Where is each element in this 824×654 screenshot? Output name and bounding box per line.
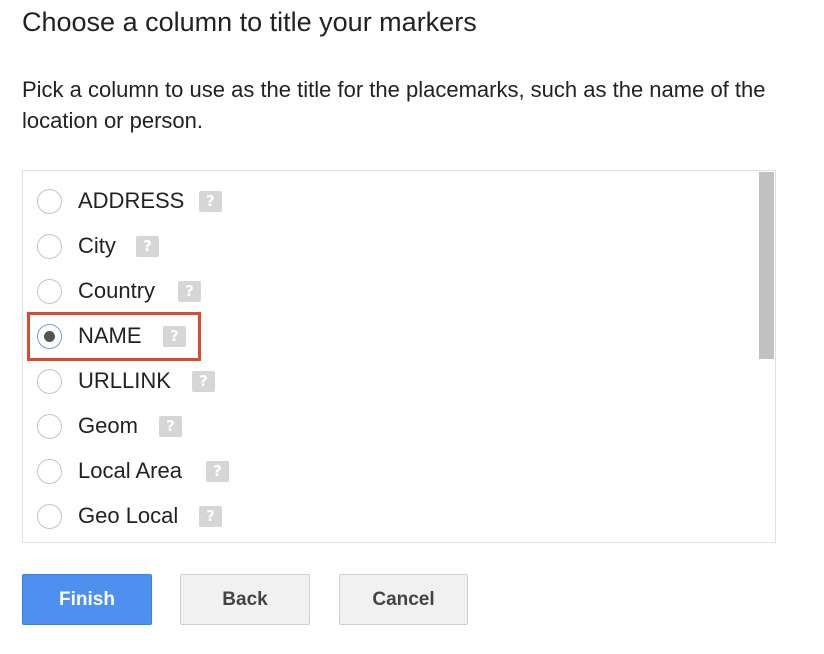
radio-address[interactable] [37,188,62,214]
cancel-button[interactable]: Cancel [339,574,468,625]
option-label-geo-local[interactable]: Geo Local [78,502,178,530]
question-mark-icon[interactable]: ? [136,235,159,257]
question-mark-icon[interactable]: ? [159,415,182,437]
scrollbar-track[interactable] [757,171,775,542]
radio-local-area[interactable] [37,458,62,484]
question-mark-icon[interactable]: ? [163,325,186,347]
option-label-local-area[interactable]: Local Area [78,457,182,485]
option-label-address[interactable]: ADDRESS [78,187,184,215]
radio-geo-local[interactable] [37,503,62,529]
option-label-geom[interactable]: Geom [78,412,138,440]
radio-geom[interactable] [37,413,62,439]
question-mark-icon[interactable]: ? [199,505,222,527]
radio-country[interactable] [37,278,62,304]
dialog-title: Choose a column to title your markers [22,7,477,37]
finish-button[interactable]: Finish [22,574,152,625]
question-mark-icon[interactable]: ? [206,460,229,482]
scrollbar-thumb[interactable] [759,172,774,359]
option-label-name[interactable]: NAME [78,322,142,350]
column-options-inner: ADDRESS ? City ? Country ? NAME ? URLLIN [23,171,757,542]
question-mark-icon[interactable]: ? [178,280,201,302]
question-mark-icon[interactable]: ? [199,190,222,212]
dialog-description: Pick a column to use as the title for th… [22,77,766,133]
radio-name-selected[interactable] [37,323,62,349]
radio-urllink[interactable] [37,368,62,394]
option-label-urllink[interactable]: URLLINK [78,367,171,395]
option-label-country[interactable]: Country [78,277,155,305]
option-label-city[interactable]: City [78,232,116,260]
back-button[interactable]: Back [180,574,310,625]
question-mark-icon[interactable]: ? [192,370,215,392]
radio-city[interactable] [37,233,62,259]
column-options-list: ADDRESS ? City ? Country ? NAME ? URLLIN [22,170,776,543]
